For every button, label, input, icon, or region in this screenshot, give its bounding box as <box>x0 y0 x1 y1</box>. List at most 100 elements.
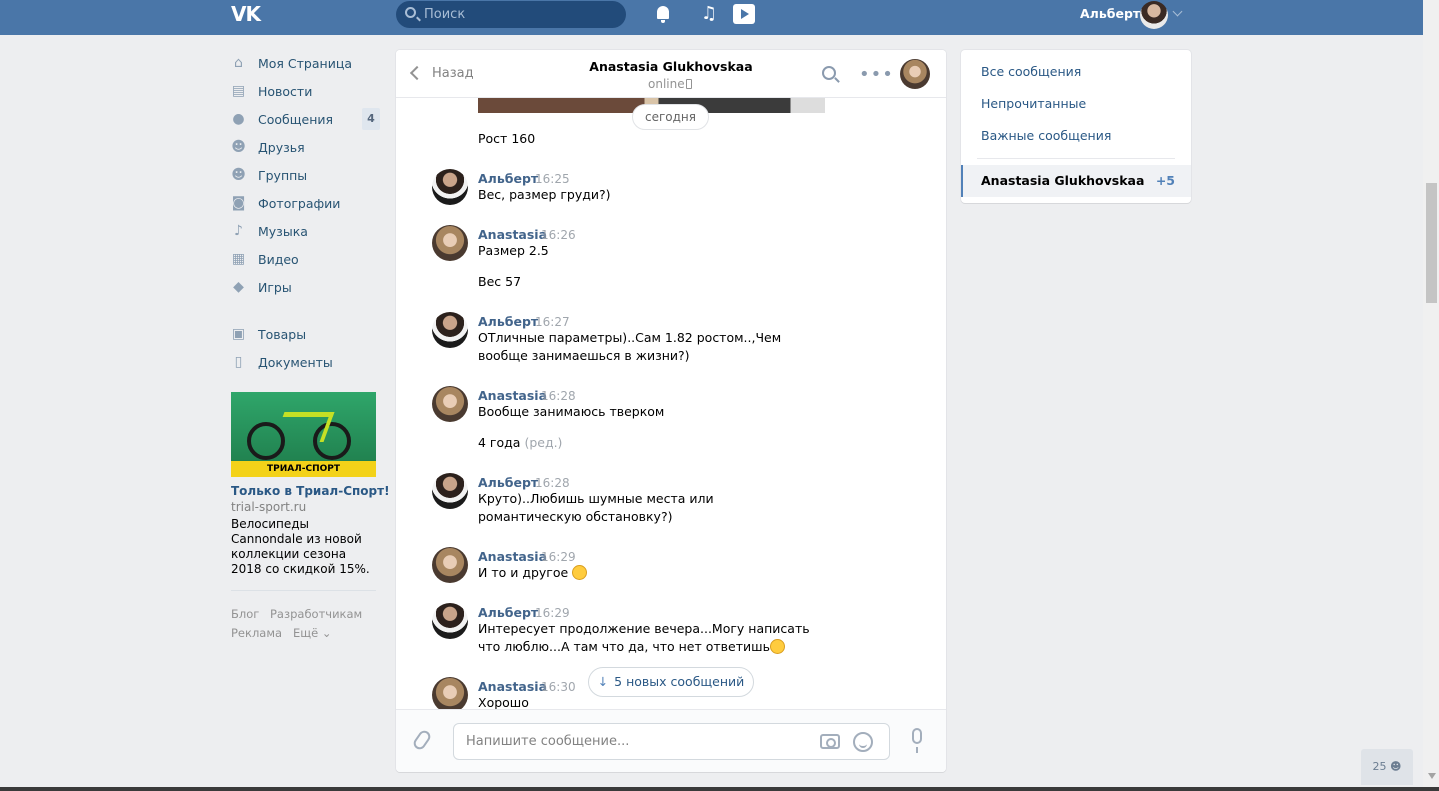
peer-avatar[interactable] <box>900 59 930 89</box>
sidebar-item-label: Друзья <box>258 139 305 155</box>
message-author[interactable]: Альберт <box>478 605 538 620</box>
sidebar-item-messages[interactable]: ● Сообщения 4 <box>231 108 381 130</box>
scrollbar-thumb[interactable] <box>1426 183 1437 303</box>
sidebar-item-photos[interactable]: ◙ Фотографии <box>231 193 381 213</box>
message-row: Интересует продолжение вечера...Могу нап… <box>478 620 818 656</box>
filter-important[interactable]: Важные сообщения <box>981 128 1111 143</box>
messages-filter-panel: Все сообщения Непрочитанные Важные сообщ… <box>961 50 1191 203</box>
message-text: Интересует продолжение вечера...Могу нап… <box>478 621 810 654</box>
document-icon: ▯ <box>234 353 243 370</box>
search-icon[interactable] <box>822 66 836 80</box>
microphone-icon[interactable] <box>912 728 922 753</box>
scroll-down-arrow-icon[interactable] <box>1428 773 1436 779</box>
video-icon: ▦ <box>231 250 246 267</box>
sidebar-item-label: Документы <box>258 354 333 370</box>
message-input[interactable]: Напишите сообщение... <box>453 723 890 760</box>
filter-unread[interactable]: Непрочитанные <box>981 96 1086 111</box>
play-icon[interactable] <box>733 4 755 24</box>
divider <box>231 590 376 591</box>
message-text: И то и другое <box>478 565 569 580</box>
search-input[interactable]: Поиск <box>396 1 626 28</box>
sidebar-item-label: Видео <box>258 251 299 267</box>
message-input-placeholder: Напишите сообщение... <box>466 734 630 749</box>
bag-icon: ▣ <box>231 325 246 342</box>
camera-icon[interactable] <box>820 734 840 749</box>
message-author[interactable]: Альберт <box>478 475 538 490</box>
music-note-icon[interactable]: ♫ <box>701 5 717 23</box>
ad-title[interactable]: Только в Триал-Спорт! <box>231 484 390 498</box>
sidebar-item-documents[interactable]: ▯ Документы <box>231 352 381 372</box>
footer-developers-link[interactable]: Разработчикам <box>270 607 362 621</box>
chat-header: Назад Anastasia Glukhovskaa online ••• <box>396 50 946 98</box>
online-friends-button[interactable]: 25 ☻ <box>1361 749 1413 785</box>
user-name[interactable]: Альберт <box>1080 6 1140 21</box>
sidebar-item-market[interactable]: ▣ Товары <box>231 324 381 344</box>
new-messages-button[interactable]: ↓ 5 новых сообщений <box>588 667 754 697</box>
avatar[interactable] <box>432 386 468 422</box>
avatar[interactable] <box>432 225 468 261</box>
sidebar-item-label: Игры <box>258 279 292 295</box>
message-text: Размер 2.5 <box>478 243 549 258</box>
scrollbar[interactable] <box>1423 0 1439 791</box>
wink-emoji-icon <box>769 639 785 654</box>
paperclip-icon[interactable] <box>411 728 433 752</box>
chat-panel: Назад Anastasia Glukhovskaa online ••• с… <box>396 50 946 772</box>
sidebar-item-news[interactable]: ▤ Новости <box>231 81 381 101</box>
friends-icon: ☻ <box>231 138 246 155</box>
avatar[interactable] <box>432 312 468 348</box>
footer-more-label: Ещё <box>293 626 319 640</box>
ad-text[interactable]: Велосипеды Cannondale из новой коллекции… <box>231 517 376 577</box>
music-icon: ♪ <box>234 222 243 239</box>
sidebar-item-groups[interactable]: ☻ Группы <box>231 165 381 185</box>
edited-mark: (ред.) <box>524 435 563 450</box>
message-text: Вес 57 <box>478 274 522 289</box>
sidebar-item-label: Товары <box>258 326 307 342</box>
message-text: ОТличные параметры)..Сам 1.82 ростом..,Ч… <box>478 330 782 363</box>
avatar[interactable] <box>432 169 468 205</box>
message-time: 16:28 <box>535 476 570 490</box>
message-text: Вообще занимаюсь тверком <box>478 404 665 419</box>
avatar[interactable] <box>432 677 468 713</box>
sidebar-item-video[interactable]: ▦ Видео <box>231 249 381 269</box>
vk-logo[interactable]: VK <box>231 2 261 26</box>
search-icon <box>405 7 416 18</box>
footer-more-link[interactable]: Ещё ⌄ <box>293 626 331 640</box>
message-author[interactable]: Anastasia <box>478 549 547 564</box>
compose-bar: Напишите сообщение... <box>396 709 946 772</box>
avatar[interactable] <box>1140 1 1168 29</box>
sidebar-item-friends[interactable]: ☻ Друзья <box>231 137 381 157</box>
taskbar-edge <box>0 787 1439 791</box>
sidebar-item-games[interactable]: ◆ Игры <box>231 277 381 297</box>
bell-icon[interactable] <box>655 5 671 23</box>
message-author[interactable]: Anastasia <box>478 227 547 242</box>
message-author[interactable]: Anastasia <box>478 679 547 694</box>
message-author[interactable]: Альберт <box>478 171 538 186</box>
games-icon: ◆ <box>233 278 244 295</box>
top-bar: VK Поиск ♫ Альберт <box>0 0 1423 35</box>
active-dialog-item[interactable]: Anastasia Glukhovskaa +5 <box>961 165 1191 197</box>
avatar[interactable] <box>432 603 468 639</box>
divider <box>977 158 1175 159</box>
message-row: 4 года (ред.) <box>478 434 818 452</box>
sidebar-item-music[interactable]: ♪ Музыка <box>231 221 381 241</box>
message-author[interactable]: Альберт <box>478 314 538 329</box>
sidebar-item-my-page[interactable]: ⌂ Моя Страница <box>231 53 381 73</box>
chevron-down-icon[interactable] <box>1172 6 1183 17</box>
message-text: Круто)..Любишь шумные места или романтич… <box>478 491 714 524</box>
ad-domain[interactable]: trial-sport.ru <box>231 500 306 514</box>
footer-blog-link[interactable]: Блог <box>231 607 259 621</box>
footer-ads-link[interactable]: Реклама <box>231 626 282 640</box>
message-text: Вес, размер груди?) <box>478 187 611 202</box>
avatar[interactable] <box>432 473 468 509</box>
date-separator: сегодня <box>632 104 709 130</box>
avatar[interactable] <box>432 547 468 583</box>
more-icon[interactable]: ••• <box>859 64 894 85</box>
message-time: 16:25 <box>535 172 570 186</box>
ad-image[interactable]: ТРИАЛ-СПОРТ <box>231 392 376 477</box>
message-text: Рост 160 <box>478 131 536 146</box>
ad-banner-brand: ТРИАЛ-СПОРТ <box>231 461 376 477</box>
smile-icon[interactable] <box>853 732 873 752</box>
message-time: 16:29 <box>535 606 570 620</box>
message-author[interactable]: Anastasia <box>478 388 547 403</box>
filter-all-messages[interactable]: Все сообщения <box>981 64 1081 79</box>
